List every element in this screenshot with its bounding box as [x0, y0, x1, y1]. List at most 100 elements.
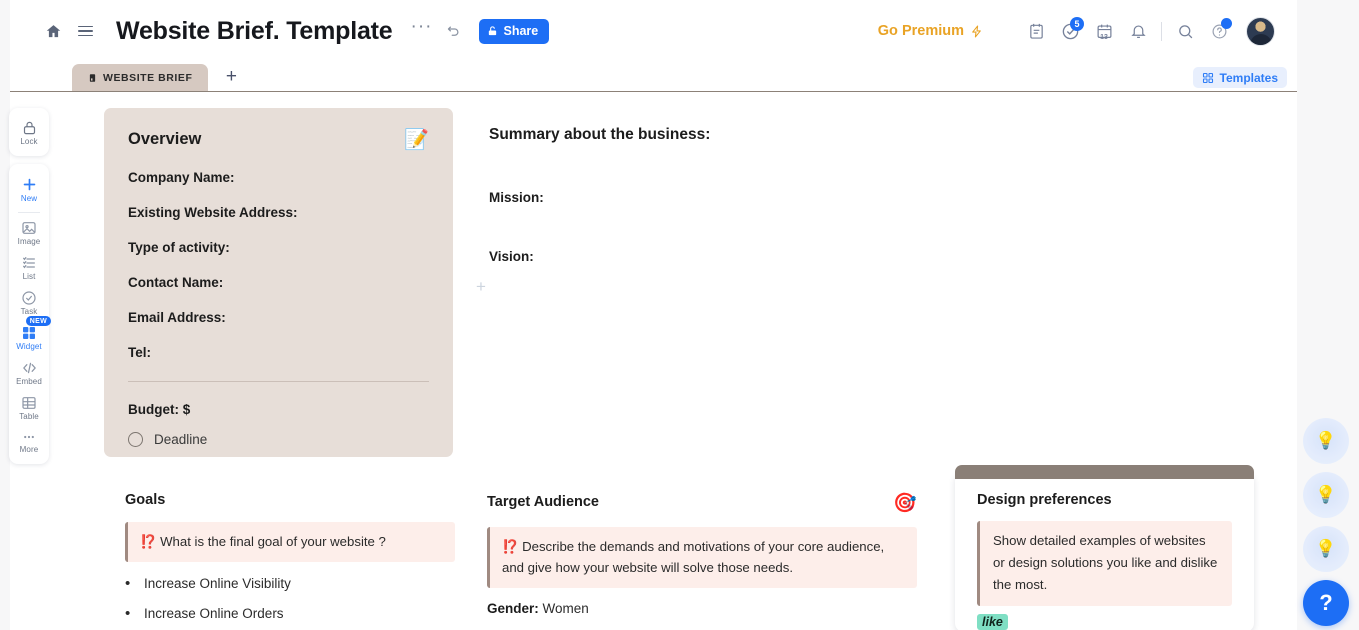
overview-field-contact-name[interactable]: Contact Name:: [128, 275, 429, 290]
rail-item-image[interactable]: Image: [9, 215, 49, 250]
rail-label-embed: Embed: [16, 377, 42, 386]
summary-section: Summary about the business: Mission: Vis…: [489, 126, 1249, 264]
rail-item-embed[interactable]: Embed: [9, 355, 49, 390]
notepad-icon[interactable]: [1019, 14, 1053, 48]
audience-callout-text: Describe the demands and motivations of …: [502, 539, 885, 575]
tab-website-brief[interactable]: WEBSITE BRIEF: [72, 64, 209, 91]
rail-item-more[interactable]: More: [9, 425, 49, 458]
lock-icon: [23, 121, 35, 135]
rail-label-table: Table: [19, 412, 39, 421]
add-tab-button[interactable]: +: [218, 65, 244, 91]
rail-label-more: More: [19, 445, 39, 454]
goal-item-label: Increase Online Visibility: [144, 576, 291, 591]
go-premium-button[interactable]: Go Premium: [878, 23, 983, 39]
summary-mission-label[interactable]: Mission:: [489, 190, 1249, 205]
design-preferences-title[interactable]: Design preferences: [977, 492, 1232, 508]
go-premium-label: Go Premium: [877, 23, 964, 39]
task-icon: [22, 291, 36, 305]
audience-gender-row[interactable]: Gender: Women: [487, 601, 917, 616]
goal-item-label: Increase Online Orders: [144, 606, 284, 621]
grid-icon: [1202, 72, 1213, 83]
home-icon[interactable]: [42, 20, 64, 42]
audience-callout[interactable]: ⁉️ Describe the demands and motivations …: [487, 527, 917, 588]
rail-item-lock[interactable]: Lock: [9, 115, 49, 150]
code-icon: [22, 362, 36, 374]
audience-title[interactable]: Target Audience: [487, 494, 599, 510]
idea-bulb-icon[interactable]: 💡: [1303, 418, 1349, 464]
add-block-handle[interactable]: +: [473, 278, 489, 295]
idea-bulb-icon[interactable]: 💡: [1303, 472, 1349, 518]
rail-item-new[interactable]: New: [9, 171, 49, 207]
rail-label-lock: Lock: [20, 137, 38, 146]
left-tool-rail: Lock New Image List Task NEW Widget Embe…: [9, 108, 51, 464]
templates-button[interactable]: Templates: [1192, 67, 1287, 88]
overview-field-email-address[interactable]: Email Address:: [128, 310, 429, 325]
rail-item-table[interactable]: Table: [9, 390, 49, 425]
design-card-inner: Design preferences Show detailed example…: [977, 492, 1232, 630]
rail-item-list[interactable]: List: [9, 250, 49, 285]
bullet-icon: •: [125, 605, 131, 622]
share-button[interactable]: Share: [479, 18, 550, 44]
interrobang-icon: ⁉️: [140, 534, 157, 549]
floating-action-buttons: 💡 💡 💡 ?: [1303, 418, 1349, 626]
summary-spacer-2: [489, 205, 1249, 249]
overview-title: Overview: [128, 130, 202, 148]
overview-deadline-checkbox[interactable]: Deadline: [128, 432, 429, 447]
design-preferences-callout[interactable]: Show detailed examples of websites or de…: [977, 521, 1232, 606]
list-icon: [23, 257, 35, 269]
tab-label: WEBSITE BRIEF: [103, 71, 193, 84]
rail-divider: [18, 212, 40, 213]
audience-gender-key: Gender:: [487, 601, 539, 616]
widget-new-badge: NEW: [25, 316, 51, 326]
memo-icon: 📝: [404, 129, 429, 151]
top-bar-actions: Go Premium 5 13: [878, 0, 1275, 62]
bell-icon[interactable]: [1121, 14, 1155, 48]
page-title[interactable]: Website Brief. Template: [116, 17, 393, 46]
help-circle-icon[interactable]: [1202, 14, 1236, 48]
ellipsis-icon: [24, 435, 34, 439]
rail-item-task[interactable]: Task: [9, 285, 49, 320]
overview-field-existing-website-address[interactable]: Existing Website Address:: [128, 205, 429, 220]
overview-field-tel[interactable]: Tel:: [128, 345, 429, 360]
goals-section: Goals ⁉️ What is the final goal of your …: [125, 492, 455, 630]
rail-label-list: List: [22, 272, 36, 281]
overview-field-type-of-activity[interactable]: Type of activity:: [128, 240, 429, 255]
overview-budget-label[interactable]: Budget: $: [128, 402, 429, 417]
audience-header: Target Audience 🎯: [487, 494, 917, 513]
overview-header: Overview 📝: [128, 130, 429, 150]
user-avatar[interactable]: [1246, 16, 1275, 46]
interrobang-icon: ⁉️: [502, 539, 519, 554]
task-check-icon[interactable]: 5: [1053, 14, 1087, 48]
goals-callout[interactable]: ⁉️ What is the final goal of your websit…: [125, 522, 455, 562]
goals-callout-text: What is the final goal of your website ?: [160, 534, 386, 549]
plus-icon: [23, 178, 35, 191]
list-item[interactable]: • Increase Online Visibility: [125, 576, 455, 592]
rail-label-task: Task: [20, 307, 38, 316]
document-icon: [89, 73, 96, 82]
rail-label-widget: Widget: [16, 342, 42, 351]
rail-lock-card: Lock: [9, 108, 49, 156]
undo-icon[interactable]: [446, 24, 461, 39]
design-like-tag[interactable]: like: [977, 614, 1008, 630]
calendar-icon[interactable]: 13: [1087, 14, 1121, 48]
summary-title[interactable]: Summary about the business:: [489, 126, 1249, 144]
summary-vision-label[interactable]: Vision:: [489, 249, 1249, 264]
target-audience-section: Target Audience 🎯 ⁉️ Describe the demand…: [487, 494, 917, 630]
image-icon: [22, 222, 36, 234]
goals-title[interactable]: Goals: [125, 492, 455, 508]
audience-gender-value: Women: [542, 601, 589, 616]
help-notification-dot: [1221, 18, 1232, 29]
rail-label-image: Image: [17, 237, 41, 246]
idea-bulb-icon[interactable]: 💡: [1303, 526, 1349, 572]
more-options-button[interactable]: ···: [411, 17, 433, 40]
overview-field-company-name[interactable]: Company Name:: [128, 170, 429, 185]
list-item[interactable]: • Increase Online Orders: [125, 606, 455, 622]
share-label: Share: [503, 24, 539, 38]
rail-item-widget[interactable]: NEW Widget: [9, 316, 51, 355]
hamburger-menu-icon[interactable]: [78, 20, 100, 42]
help-button[interactable]: ?: [1303, 580, 1349, 626]
calendar-day-label: 13: [1100, 34, 1108, 41]
deadline-radio-icon[interactable]: [128, 432, 143, 447]
task-badge: 5: [1070, 17, 1084, 31]
search-icon[interactable]: [1168, 14, 1202, 48]
